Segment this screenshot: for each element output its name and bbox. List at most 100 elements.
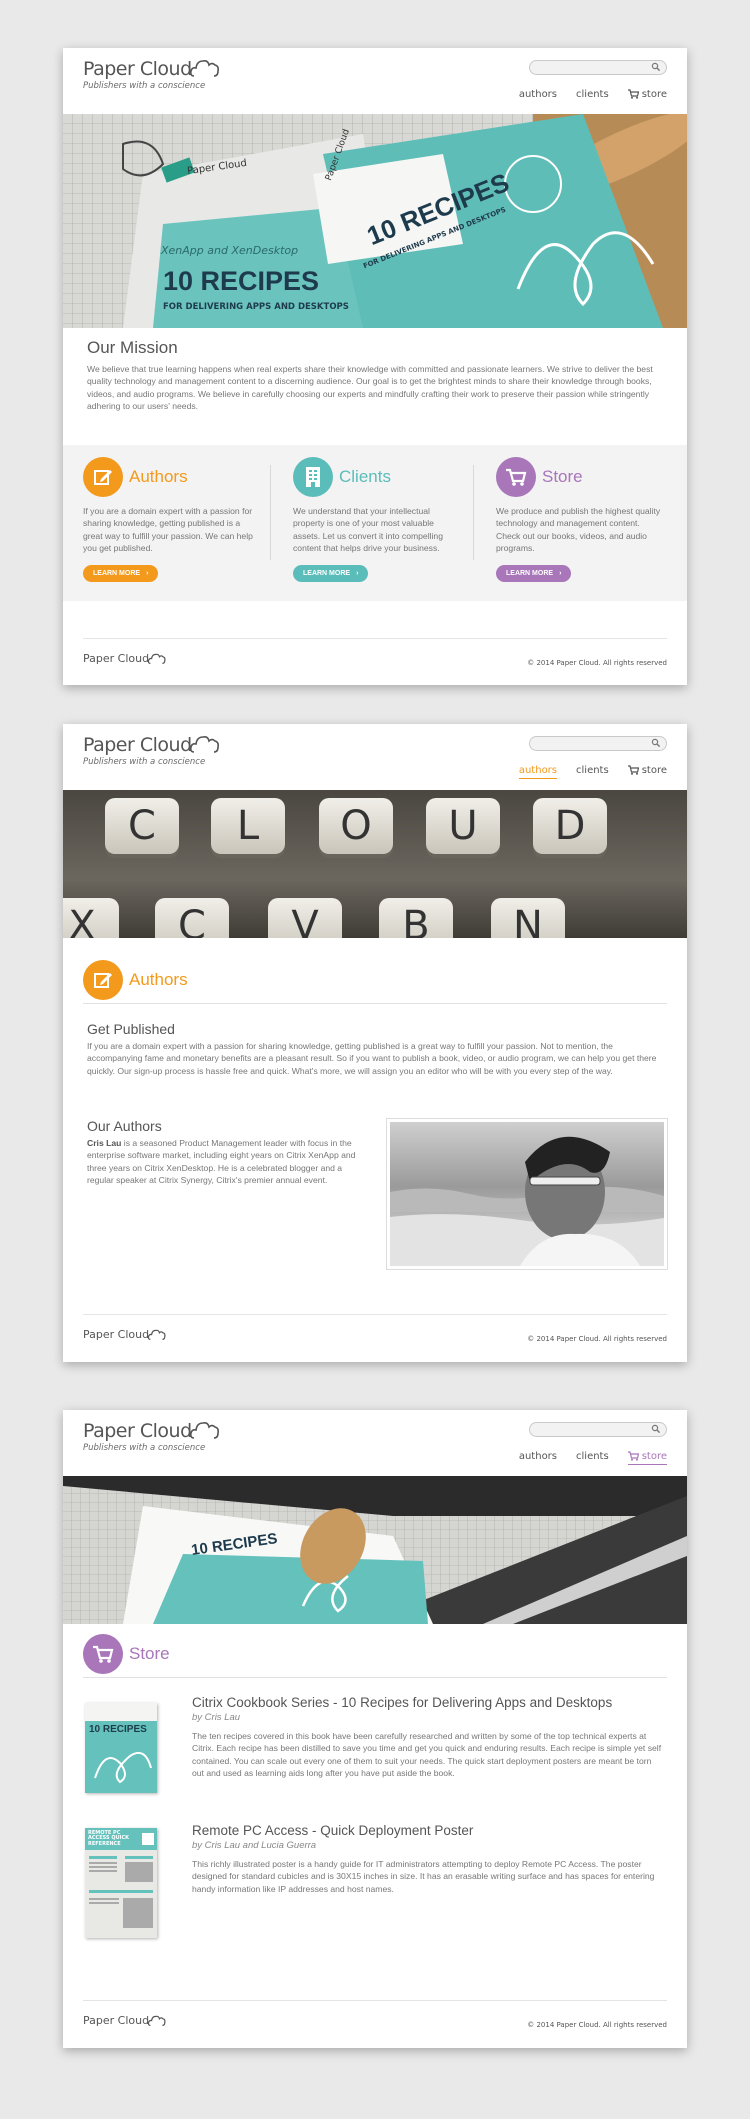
grid-icon	[142, 1833, 154, 1845]
cloud-icon	[148, 1329, 166, 1340]
store-page: Paper Cloud Publishers with a conscience…	[63, 1410, 687, 2048]
footer-logo[interactable]: Paper Cloud	[83, 652, 166, 665]
product-author: by Cris Lau and Lucia Guerra	[192, 1840, 317, 1851]
key-b: B	[379, 898, 453, 938]
main-nav: authors clients store	[519, 1451, 668, 1465]
store-heading: Store	[83, 1630, 667, 1678]
key-x: X	[63, 898, 119, 938]
authors-page: Paper Cloud Publishers with a conscience…	[63, 724, 687, 1362]
cloud-icon	[189, 60, 219, 77]
key-d: D	[533, 798, 607, 854]
cart-icon	[627, 89, 639, 99]
our-authors-section: Our Authors Cris Lau is a seasoned Produ…	[87, 1118, 367, 1187]
get-published-text: If you are a domain expert with a passio…	[87, 1041, 657, 1076]
book-cover-recipes[interactable]: 10 RECIPES	[85, 1703, 157, 1793]
logo[interactable]: Paper Cloud Publishers with a conscience	[83, 733, 220, 767]
feature-store: Store We produce and publish the highest…	[496, 457, 666, 582]
author-name: Cris Lau	[87, 1138, 122, 1148]
main-nav: authors clients store	[519, 89, 667, 100]
cover-title-1: 10 RECIPES	[163, 266, 320, 296]
feature-clients-title: Clients	[339, 467, 391, 486]
main-nav: authors clients store	[518, 765, 667, 779]
key-c: C	[105, 798, 179, 854]
key-u: U	[426, 798, 500, 854]
nav-clients[interactable]: clients	[576, 765, 609, 776]
get-published-section: Get Published If you are a domain expert…	[87, 1021, 663, 1077]
copyright: © 2014 Paper Cloud. All rights reserved	[527, 659, 667, 667]
nav-clients[interactable]: clients	[576, 1451, 609, 1462]
book-cover-title: 10 RECIPES	[89, 1724, 147, 1735]
hero-image: C L O U D X C V B N	[63, 790, 687, 938]
page-title: Authors	[129, 969, 188, 989]
nav-store[interactable]: store	[627, 89, 667, 100]
product-author: by Cris Lau	[192, 1712, 241, 1723]
cloud-icon	[148, 653, 166, 664]
product-title[interactable]: Remote PC Access - Quick Deployment Post…	[192, 1823, 662, 1838]
authors-heading: Authors	[83, 956, 667, 1004]
cover-subtitle: XenApp and XenDesktop	[161, 244, 299, 257]
footer-logo[interactable]: Paper Cloud	[83, 2014, 166, 2027]
features-band: Authors If you are a domain expert with …	[63, 445, 687, 601]
search-input[interactable]	[529, 1422, 667, 1437]
nav-clients[interactable]: clients	[576, 89, 609, 100]
poster-cover-remote-pc[interactable]: REMOTE PC ACCESS QUICK REFERENCE	[85, 1828, 157, 1938]
cart-icon	[627, 1451, 639, 1461]
product-description: The ten recipes covered in this book hav…	[192, 1731, 662, 1779]
search-input[interactable]	[529, 736, 667, 751]
feature-authors-title: Authors	[129, 467, 188, 486]
header: Paper Cloud Publishers with a conscience…	[63, 724, 687, 790]
nav-store[interactable]: store	[627, 1451, 668, 1465]
cart-icon	[496, 457, 536, 497]
hero-image: Paper Cloud Paper Cloud XenApp and XenDe…	[63, 114, 687, 328]
chevron-right-icon: ›	[146, 569, 149, 577]
nav-authors[interactable]: authors	[519, 1451, 557, 1462]
search-icon[interactable]	[651, 1424, 661, 1434]
chevron-right-icon: ›	[559, 569, 562, 577]
search-input[interactable]	[529, 60, 667, 75]
cloud-icon	[189, 1422, 219, 1439]
poster-cover-title: REMOTE PC ACCESS QUICK REFERENCE	[88, 1829, 130, 1847]
copyright: © 2014 Paper Cloud. All rights reserved	[527, 2021, 667, 2029]
pencil-icon	[83, 457, 123, 497]
product-description: This richly illustrated poster is a hand…	[192, 1859, 655, 1894]
logo[interactable]: Paper Cloud Publishers with a conscience	[83, 1419, 220, 1453]
get-published-title: Get Published	[87, 1021, 175, 1037]
search-icon[interactable]	[651, 62, 661, 72]
copyright: © 2014 Paper Cloud. All rights reserved	[527, 1335, 667, 1343]
footer: Paper Cloud © 2014 Paper Cloud. All righ…	[83, 638, 667, 685]
divider	[270, 465, 271, 560]
footer-logo[interactable]: Paper Cloud	[83, 1328, 166, 1341]
footer: Paper Cloud © 2014 Paper Cloud. All righ…	[83, 2000, 667, 2048]
key-v: V	[268, 898, 342, 938]
divider	[473, 465, 474, 560]
mission-title: Our Mission	[87, 338, 178, 357]
cart-icon	[83, 1633, 123, 1674]
key-l: L	[211, 798, 285, 854]
key-n: N	[491, 898, 565, 938]
cloud-icon	[148, 2015, 166, 2026]
logo[interactable]: Paper Cloud Publishers with a conscience	[83, 57, 220, 91]
cover-tagline-1: FOR DELIVERING APPS AND DESKTOPS	[163, 302, 349, 312]
feature-clients: Clients We understand that your intellec…	[293, 457, 463, 582]
nav-authors[interactable]: authors	[518, 765, 558, 779]
authors-learn-more-button[interactable]: LEARN MORE ›	[83, 564, 159, 582]
store-learn-more-button[interactable]: LEARN MORE ›	[496, 564, 572, 582]
product-item: REMOTE PC ACCESS QUICK REFERENCE Remote …	[85, 1823, 665, 1943]
product-title[interactable]: Citrix Cookbook Series - 10 Recipes for …	[192, 1695, 662, 1710]
cart-icon	[627, 765, 639, 775]
author-bio: Cris Lau is a seasoned Product Managemen…	[87, 1138, 356, 1186]
feature-authors: Authors If you are a domain expert with …	[83, 457, 253, 582]
key-o: O	[319, 798, 393, 854]
feature-authors-text: If you are a domain expert with a passio…	[83, 506, 253, 554]
nav-authors[interactable]: authors	[519, 89, 557, 100]
author-photo	[386, 1118, 668, 1270]
header: Paper Cloud Publishers with a conscience…	[63, 1410, 687, 1476]
chevron-right-icon: ›	[356, 569, 359, 577]
nav-store[interactable]: store	[627, 765, 667, 776]
header: Paper Cloud Publishers with a conscience…	[63, 48, 687, 114]
clients-learn-more-button[interactable]: LEARN MORE ›	[293, 564, 369, 582]
home-page: Paper Cloud Publishers with a conscience…	[63, 48, 687, 685]
search-icon[interactable]	[651, 738, 661, 748]
page-title: Store	[129, 1643, 170, 1663]
mission-section: Our Mission We believe that true learnin…	[87, 338, 663, 413]
